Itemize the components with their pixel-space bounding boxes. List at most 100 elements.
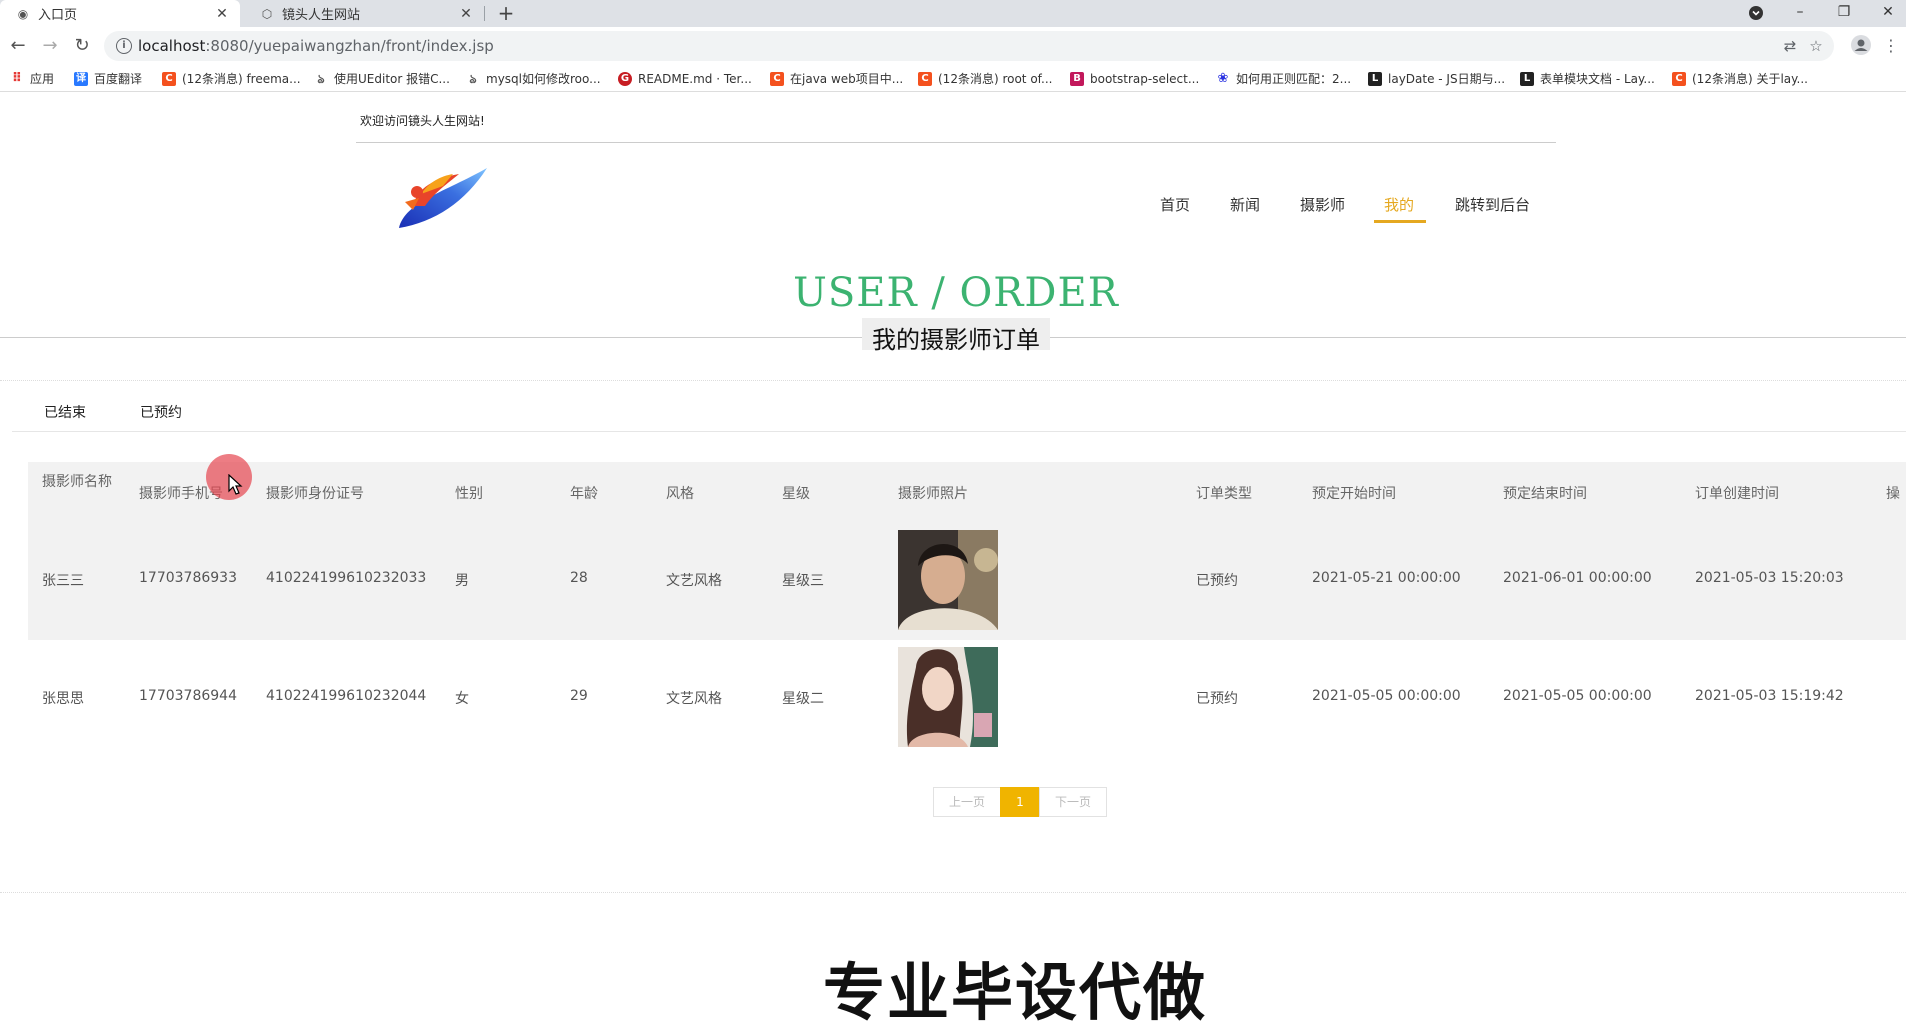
bookmark-item[interactable]: B bootstrap-select... xyxy=(1070,70,1199,87)
link-icon: ঌ xyxy=(317,71,325,86)
menu-kebab-icon[interactable]: ⋮ xyxy=(1880,35,1902,57)
gitee-icon: G xyxy=(618,71,632,86)
table-header-cell: 预定开始时间 xyxy=(1312,486,1396,502)
minimize-button[interactable]: – xyxy=(1782,0,1818,27)
bookmark-item[interactable]: C 在java web项目中... xyxy=(770,70,903,87)
cell-id-card: 410224199610232033 xyxy=(266,570,427,586)
restore-button[interactable]: ❐ xyxy=(1826,0,1862,27)
cell-phone: 17703786933 xyxy=(139,570,237,586)
cell-name: 张三三 xyxy=(42,573,84,589)
bookmarks-bar: ⠿ 应用 译 百度翻译 C (12条消息) freema... ঌ 使用UEdi… xyxy=(0,65,1906,92)
overlay-caption: 专业毕设代做 xyxy=(822,956,1207,1029)
tab-separator xyxy=(484,6,485,21)
table-header-cell: 性别 xyxy=(455,486,483,502)
mouse-cursor-icon xyxy=(228,474,243,495)
csdn-icon: C xyxy=(770,71,784,86)
cell-phone: 17703786944 xyxy=(139,688,237,704)
page-content: 欢迎访问镜头人生网站! 首页 新闻 摄影师 我的 跳转到后台 USER / OR… xyxy=(0,92,1906,1029)
translate-icon[interactable]: ⇄ xyxy=(1780,36,1800,56)
cell-gender: 男 xyxy=(455,573,469,589)
nav-news[interactable]: 新闻 xyxy=(1230,194,1260,215)
close-tab-icon[interactable]: ✕ xyxy=(458,6,474,22)
nav-mine[interactable]: 我的 xyxy=(1384,194,1414,215)
cell-age: 29 xyxy=(570,688,588,704)
new-tab-button[interactable]: + xyxy=(494,0,518,27)
page-1-button[interactable]: 1 xyxy=(1000,787,1040,817)
bookmark-item[interactable]: ঌ 使用UEditor 报错C... xyxy=(314,70,450,87)
cell-end-time: 2021-06-01 00:00:00 xyxy=(1503,570,1652,586)
cell-id-card: 410224199610232044 xyxy=(266,688,427,704)
cell-gender: 女 xyxy=(455,691,469,707)
browser-tab-1[interactable]: ◉ 入口页 ✕ xyxy=(0,0,240,27)
bookmark-star-icon[interactable]: ☆ xyxy=(1806,36,1826,56)
cell-order-type: 已预约 xyxy=(1196,691,1238,707)
tab-reserved[interactable]: 已预约 xyxy=(140,402,182,422)
cell-created-time: 2021-05-03 15:20:03 xyxy=(1695,570,1844,586)
nav-home[interactable]: 首页 xyxy=(1160,194,1190,215)
csdn-icon: C xyxy=(1672,71,1686,86)
layui-icon: L xyxy=(1520,71,1534,86)
cell-age: 28 xyxy=(570,570,588,586)
table-header-cell: 摄影师身份证号 xyxy=(266,486,364,502)
welcome-text: 欢迎访问镜头人生网站! xyxy=(360,114,485,128)
cell-start-time: 2021-05-21 00:00:00 xyxy=(1312,570,1461,586)
cell-order-type: 已预约 xyxy=(1196,573,1238,589)
site-logo[interactable] xyxy=(395,162,490,237)
site-info-icon[interactable]: i xyxy=(116,38,132,54)
csdn-icon: C xyxy=(918,71,932,86)
table-header-cell: 年龄 xyxy=(570,486,598,502)
cell-name: 张思思 xyxy=(42,691,84,707)
photographer-photo xyxy=(898,530,998,630)
prev-page-button[interactable]: 上一页 xyxy=(933,787,1001,817)
back-arrow-icon[interactable]: ← xyxy=(6,34,30,58)
tab-finished[interactable]: 已结束 xyxy=(44,402,86,422)
bookmark-item[interactable]: C (12条消息) root of... xyxy=(918,70,1052,87)
tabs-divider xyxy=(12,431,1906,432)
bookmark-item[interactable]: C (12条消息) 关于lay... xyxy=(1672,70,1808,87)
nav-photographers[interactable]: 摄影师 xyxy=(1300,194,1345,215)
cell-start-time: 2021-05-05 00:00:00 xyxy=(1312,688,1461,704)
table-header-cell: 风格 xyxy=(666,486,694,502)
link-icon: ঌ xyxy=(469,71,477,86)
table-header-cell: 操 xyxy=(1886,486,1900,502)
profile-avatar-icon[interactable] xyxy=(1850,35,1872,57)
cell-stars: 星级二 xyxy=(782,691,824,707)
browser-tab-bar: ◉ 入口页 ✕ ⬡ 镜头人生网站 ✕ + – ❐ ✕ xyxy=(0,0,1906,27)
close-window-button[interactable]: ✕ xyxy=(1870,0,1906,27)
bookmark-item[interactable]: ❀ 如何用正则匹配：2... xyxy=(1216,70,1352,87)
bookmark-item[interactable]: G README.md · Ter... xyxy=(618,70,752,87)
bookmark-item[interactable]: 译 百度翻译 xyxy=(74,70,142,87)
cell-style: 文艺风格 xyxy=(666,691,722,707)
bookmark-item[interactable]: C (12条消息) freema... xyxy=(162,70,301,87)
csdn-icon: C xyxy=(162,71,176,86)
bookmark-item[interactable]: ⠿ 应用 xyxy=(10,70,54,87)
cell-end-time: 2021-05-05 00:00:00 xyxy=(1503,688,1652,704)
close-tab-icon[interactable]: ✕ xyxy=(214,6,230,22)
photographer-photo xyxy=(898,647,998,747)
tab-search-icon[interactable] xyxy=(1738,0,1774,27)
baidu-icon: ❀ xyxy=(1217,70,1229,86)
cell-stars: 星级三 xyxy=(782,573,824,589)
bookmark-item[interactable]: L layDate - JS日期与... xyxy=(1368,70,1505,87)
bookmark-item[interactable]: ঌ mysql如何修改roo... xyxy=(466,70,600,87)
nav-admin[interactable]: 跳转到后台 xyxy=(1455,194,1530,215)
tab-title: 镜头人生网站 xyxy=(282,8,361,23)
browser-tab-2[interactable]: ⬡ 镜头人生网站 ✕ xyxy=(244,0,484,27)
forward-arrow-icon[interactable]: → xyxy=(38,34,62,58)
site-icon: ⬡ xyxy=(261,6,273,21)
translate-icon: 译 xyxy=(74,71,88,86)
bookmark-item[interactable]: L 表单模块文档 - Lay... xyxy=(1520,70,1655,87)
header-divider xyxy=(356,142,1556,143)
cell-style: 文艺风格 xyxy=(666,573,722,589)
layui-icon: L xyxy=(1368,71,1382,86)
globe-icon: ◉ xyxy=(17,6,29,21)
reload-icon[interactable]: ↻ xyxy=(70,34,94,58)
next-page-button[interactable]: 下一页 xyxy=(1039,787,1107,817)
dotted-divider xyxy=(0,892,1906,893)
table-header-cell: 摄影师照片 xyxy=(898,486,968,502)
table-header-cell: 摄影师名称 xyxy=(42,474,112,490)
table-header-cell: 订单创建时间 xyxy=(1695,486,1779,502)
cell-created-time: 2021-05-03 15:19:42 xyxy=(1695,688,1844,704)
apps-grid-icon: ⠿ xyxy=(11,70,23,86)
address-bar[interactable]: i localhost:8080/yuepaiwangzhan/front/in… xyxy=(104,31,1834,61)
